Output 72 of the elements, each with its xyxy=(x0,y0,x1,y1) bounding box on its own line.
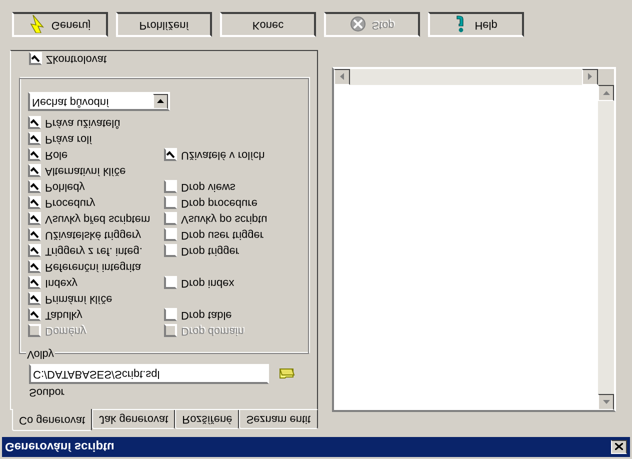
tab[interactable]: Rozšířené xyxy=(175,410,240,429)
checkbox[interactable] xyxy=(29,52,42,66)
checkbox[interactable] xyxy=(164,196,177,210)
checkbox-label: Role xyxy=(45,148,68,164)
checkbox[interactable] xyxy=(28,132,41,146)
checkbox[interactable] xyxy=(28,228,41,242)
tab[interactable]: Co generovat xyxy=(12,409,92,431)
checkbox[interactable] xyxy=(28,180,41,194)
checkbox[interactable] xyxy=(164,228,177,242)
checkbox-label: Vsuvky před scriptem xyxy=(45,212,150,228)
checkbox[interactable] xyxy=(28,260,41,274)
tab[interactable]: Seznam entit xyxy=(239,410,318,429)
lightning-icon xyxy=(29,16,46,34)
checkbox-label: Drop views xyxy=(181,180,236,196)
checkbox-label: Triggery z ref. integ. xyxy=(45,244,142,260)
checkbox[interactable] xyxy=(164,276,177,290)
mode-dropdown[interactable]: Nechat původní xyxy=(28,92,170,111)
vertical-scrollbar[interactable] xyxy=(598,85,614,410)
checkbox-label: Drop procedure xyxy=(181,196,258,212)
checkbox-label: Uživatelé v rolích xyxy=(181,148,265,164)
group-title: Volby xyxy=(26,347,55,360)
checkbox[interactable] xyxy=(28,292,41,306)
stop-icon xyxy=(350,16,366,32)
checkbox[interactable] xyxy=(164,212,177,226)
checkbox-label: Tabulky xyxy=(45,308,82,324)
toolbar-button[interactable]: Prohlížení xyxy=(116,12,212,37)
checkbox-label: Práva uživatelů xyxy=(45,116,120,132)
checkbox-label: Procedury xyxy=(45,196,96,212)
checkbox-label: Zkontrolovat xyxy=(46,52,107,68)
checkbox-label: Drop table xyxy=(181,308,232,324)
checkbox-label: Drop domain xyxy=(181,324,244,340)
checkbox-label: Pohledy xyxy=(45,180,85,196)
checkbox-label: Drop trigger xyxy=(181,244,240,260)
check-icon xyxy=(31,54,40,64)
checkbox[interactable] xyxy=(164,180,177,194)
checkbox-label: Uživatelské triggery xyxy=(45,228,141,244)
checkbox[interactable] xyxy=(28,308,41,322)
checkbox-label: Indexy xyxy=(45,276,78,292)
check-icon xyxy=(166,150,175,160)
toolbar-button[interactable]: Generuj xyxy=(12,12,108,37)
folder-icon[interactable] xyxy=(279,368,295,380)
caret-icon xyxy=(157,100,164,104)
checkbox[interactable] xyxy=(28,276,41,290)
checkbox[interactable] xyxy=(28,196,41,210)
close-icon xyxy=(615,444,623,450)
checkbox-label: Domény xyxy=(45,324,86,340)
file-path-field[interactable]: C:/DATABASES/Script.sql xyxy=(29,364,269,384)
field-label: Soubor xyxy=(29,386,66,400)
toolbar-button[interactable]: Konec xyxy=(220,12,316,37)
checkbox[interactable] xyxy=(28,212,41,226)
checkbox-label: Vsuvky po scriptu xyxy=(181,212,268,228)
arrow-right-icon[interactable] xyxy=(588,74,592,80)
checkbox[interactable] xyxy=(28,116,41,130)
checkbox-label: Primární klíče xyxy=(45,292,112,308)
checkbox[interactable] xyxy=(164,308,177,322)
checkbox-label: Alternativní klíče xyxy=(45,164,126,180)
toolbar-button[interactable]: Help xyxy=(428,12,524,37)
checkbox[interactable] xyxy=(28,244,41,258)
scrollbar-corner xyxy=(598,69,614,85)
horizontal-scrollbar[interactable] xyxy=(334,69,598,85)
checkbox[interactable] xyxy=(164,148,177,162)
checkbox[interactable] xyxy=(28,164,41,178)
checkbox-label: Referenční integrita xyxy=(45,260,141,276)
arrow-left-icon[interactable] xyxy=(340,74,344,80)
close-button[interactable] xyxy=(611,440,627,454)
checkbox[interactable] xyxy=(164,244,177,258)
checkbox-label: Drop user trigger xyxy=(181,228,264,244)
window-title: Generování scriptu xyxy=(5,439,114,456)
checkbox-label: Práva rolí xyxy=(45,132,92,148)
checkbox[interactable] xyxy=(28,148,41,162)
tab[interactable]: Jak generovat xyxy=(92,410,176,429)
checkbox-label: Drop index xyxy=(181,276,234,292)
